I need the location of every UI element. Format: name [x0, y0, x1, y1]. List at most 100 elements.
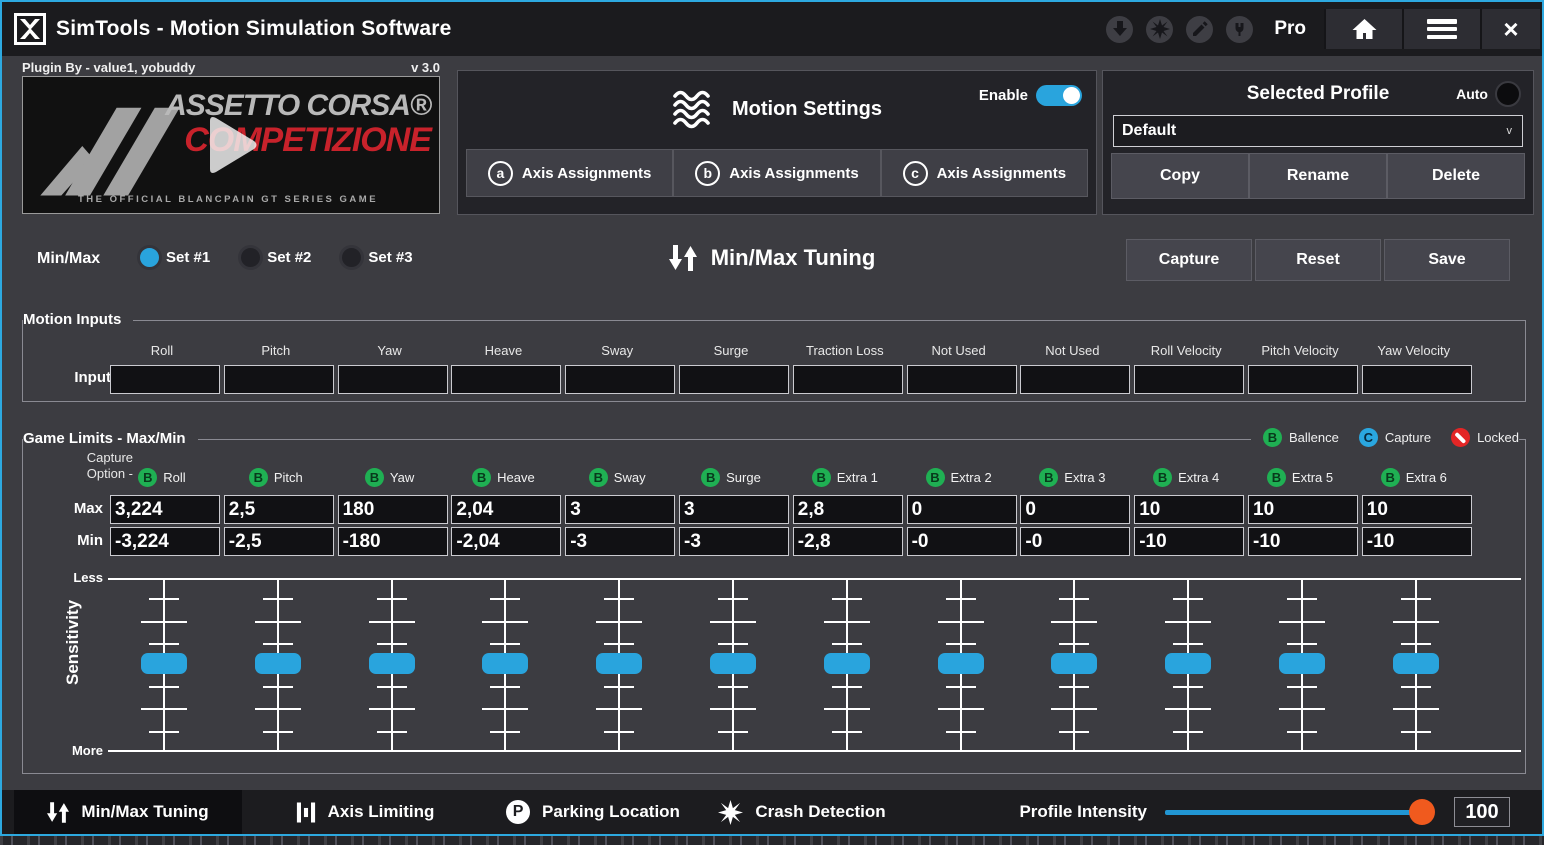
tab-parking-location[interactable]: PParking Location [480, 790, 706, 834]
max-value-extra-6[interactable]: 10 [1362, 495, 1472, 524]
tab-min-max-tuning[interactable]: Min/Max Tuning [14, 790, 242, 834]
motion-input-pitch-velocity-10[interactable] [1248, 365, 1358, 394]
max-value-yaw[interactable]: 180 [338, 495, 448, 524]
slider-handle[interactable] [1165, 653, 1211, 674]
download-button[interactable] [1106, 16, 1133, 43]
min-value-heave[interactable]: -2,04 [451, 527, 561, 556]
balance-badge-icon[interactable]: B [365, 468, 384, 487]
game-logo-panel[interactable]: ASSETTO CORSA® COMPETIZIONE THE OFFICIAL… [22, 76, 440, 214]
max-value-extra-5[interactable]: 10 [1248, 495, 1358, 524]
plug-button[interactable] [1226, 16, 1253, 43]
sensitivity-slider-extra-3[interactable] [1051, 578, 1097, 752]
sensitivity-slider-roll[interactable] [141, 578, 187, 752]
motion-input-not-used-8[interactable] [1020, 365, 1130, 394]
profile-dropdown[interactable]: Default v [1113, 115, 1523, 147]
play-icon[interactable] [202, 113, 260, 177]
max-value-pitch[interactable]: 2,5 [224, 495, 334, 524]
delete-button[interactable]: Delete [1387, 153, 1525, 199]
balance-badge-icon[interactable]: B [701, 468, 720, 487]
balance-badge-icon[interactable]: B [1039, 468, 1058, 487]
slider-handle[interactable] [369, 653, 415, 674]
balance-badge-icon[interactable]: B [1153, 468, 1172, 487]
slider-handle[interactable] [1279, 653, 1325, 674]
min-value-extra-1[interactable]: -2,8 [793, 527, 903, 556]
motion-input-pitch-1[interactable] [224, 365, 334, 394]
slider-handle[interactable] [482, 653, 528, 674]
sensitivity-slider-heave[interactable] [482, 578, 528, 752]
close-button[interactable]: × [1480, 9, 1540, 49]
slider-handle[interactable] [596, 653, 642, 674]
sensitivity-slider-extra-2[interactable] [938, 578, 984, 752]
slider-handle[interactable] [938, 653, 984, 674]
slider-handle[interactable] [1393, 653, 1439, 674]
copy-button[interactable]: Copy [1111, 153, 1249, 199]
motion-input-yaw-velocity-11[interactable] [1362, 365, 1472, 394]
motion-input-roll-0[interactable] [110, 365, 220, 394]
min-value-roll[interactable]: -3,224 [110, 527, 220, 556]
menu-button[interactable] [1402, 9, 1480, 49]
sensitivity-slider-sway[interactable] [596, 578, 642, 752]
slider-handle[interactable] [255, 653, 301, 674]
balance-badge-icon[interactable]: B [249, 468, 268, 487]
tab-crash-detection[interactable]: Crash Detection [694, 790, 910, 834]
rename-button[interactable]: Rename [1249, 153, 1387, 199]
motion-input-traction-loss-6[interactable] [793, 365, 903, 394]
balance-badge-icon[interactable]: B [472, 468, 491, 487]
max-value-extra-4[interactable]: 10 [1134, 495, 1244, 524]
max-value-extra-2[interactable]: 0 [907, 495, 1017, 524]
balance-badge-icon[interactable]: B [1381, 468, 1400, 487]
burst-button[interactable] [1146, 16, 1173, 43]
balance-badge-icon[interactable]: B [926, 468, 945, 487]
sensitivity-slider-extra-1[interactable] [824, 578, 870, 752]
max-value-extra-3[interactable]: 0 [1020, 495, 1130, 524]
sensitivity-slider-extra-4[interactable] [1165, 578, 1211, 752]
min-value-extra-4[interactable]: -10 [1134, 527, 1244, 556]
set-radio-3[interactable]: Set #3 [339, 245, 412, 270]
profile-intensity-slider[interactable] [1165, 790, 1435, 834]
motion-input-not-used-7[interactable] [907, 365, 1017, 394]
max-value-surge[interactable]: 3 [679, 495, 789, 524]
motion-input-sway-4[interactable] [565, 365, 675, 394]
slider-handle[interactable] [710, 653, 756, 674]
capture-button[interactable]: Capture [1126, 239, 1252, 281]
motion-input-yaw-2[interactable] [338, 365, 448, 394]
axis-assignments-b-button[interactable]: bAxis Assignments [673, 149, 880, 197]
sensitivity-slider-pitch[interactable] [255, 578, 301, 752]
min-value-extra-6[interactable]: -10 [1362, 527, 1472, 556]
slider-handle[interactable] [141, 653, 187, 674]
min-value-extra-3[interactable]: -0 [1020, 527, 1130, 556]
min-value-sway[interactable]: -3 [565, 527, 675, 556]
axis-assignments-a-button[interactable]: aAxis Assignments [466, 149, 673, 197]
edit-button[interactable] [1186, 16, 1213, 43]
max-value-sway[interactable]: 3 [565, 495, 675, 524]
balance-badge-icon[interactable]: B [1267, 468, 1286, 487]
max-value-roll[interactable]: 3,224 [110, 495, 220, 524]
sensitivity-slider-yaw[interactable] [369, 578, 415, 752]
auto-toggle[interactable] [1495, 81, 1521, 107]
min-value-extra-5[interactable]: -10 [1248, 527, 1358, 556]
max-value-heave[interactable]: 2,04 [451, 495, 561, 524]
sensitivity-slider-extra-6[interactable] [1393, 578, 1439, 752]
reset-button[interactable]: Reset [1255, 239, 1381, 281]
tab-axis-limiting[interactable]: Axis Limiting [258, 790, 472, 834]
sensitivity-slider-surge[interactable] [710, 578, 756, 752]
enable-toggle[interactable] [1036, 85, 1082, 106]
save-button[interactable]: Save [1384, 239, 1510, 281]
balance-badge-icon[interactable]: B [589, 468, 608, 487]
intensity-knob[interactable] [1409, 799, 1435, 825]
max-value-extra-1[interactable]: 2,8 [793, 495, 903, 524]
motion-input-heave-3[interactable] [451, 365, 561, 394]
slider-handle[interactable] [824, 653, 870, 674]
motion-input-roll-velocity-9[interactable] [1134, 365, 1244, 394]
set-radio-2[interactable]: Set #2 [238, 245, 311, 270]
set-radio-1[interactable]: Set #1 [137, 245, 210, 270]
slider-handle[interactable] [1051, 653, 1097, 674]
min-value-pitch[interactable]: -2,5 [224, 527, 334, 556]
min-value-extra-2[interactable]: -0 [907, 527, 1017, 556]
balance-badge-icon[interactable]: B [812, 468, 831, 487]
min-value-surge[interactable]: -3 [679, 527, 789, 556]
sensitivity-slider-extra-5[interactable] [1279, 578, 1325, 752]
motion-input-surge-5[interactable] [679, 365, 789, 394]
axis-assignments-c-button[interactable]: cAxis Assignments [881, 149, 1088, 197]
home-button[interactable] [1324, 9, 1402, 49]
